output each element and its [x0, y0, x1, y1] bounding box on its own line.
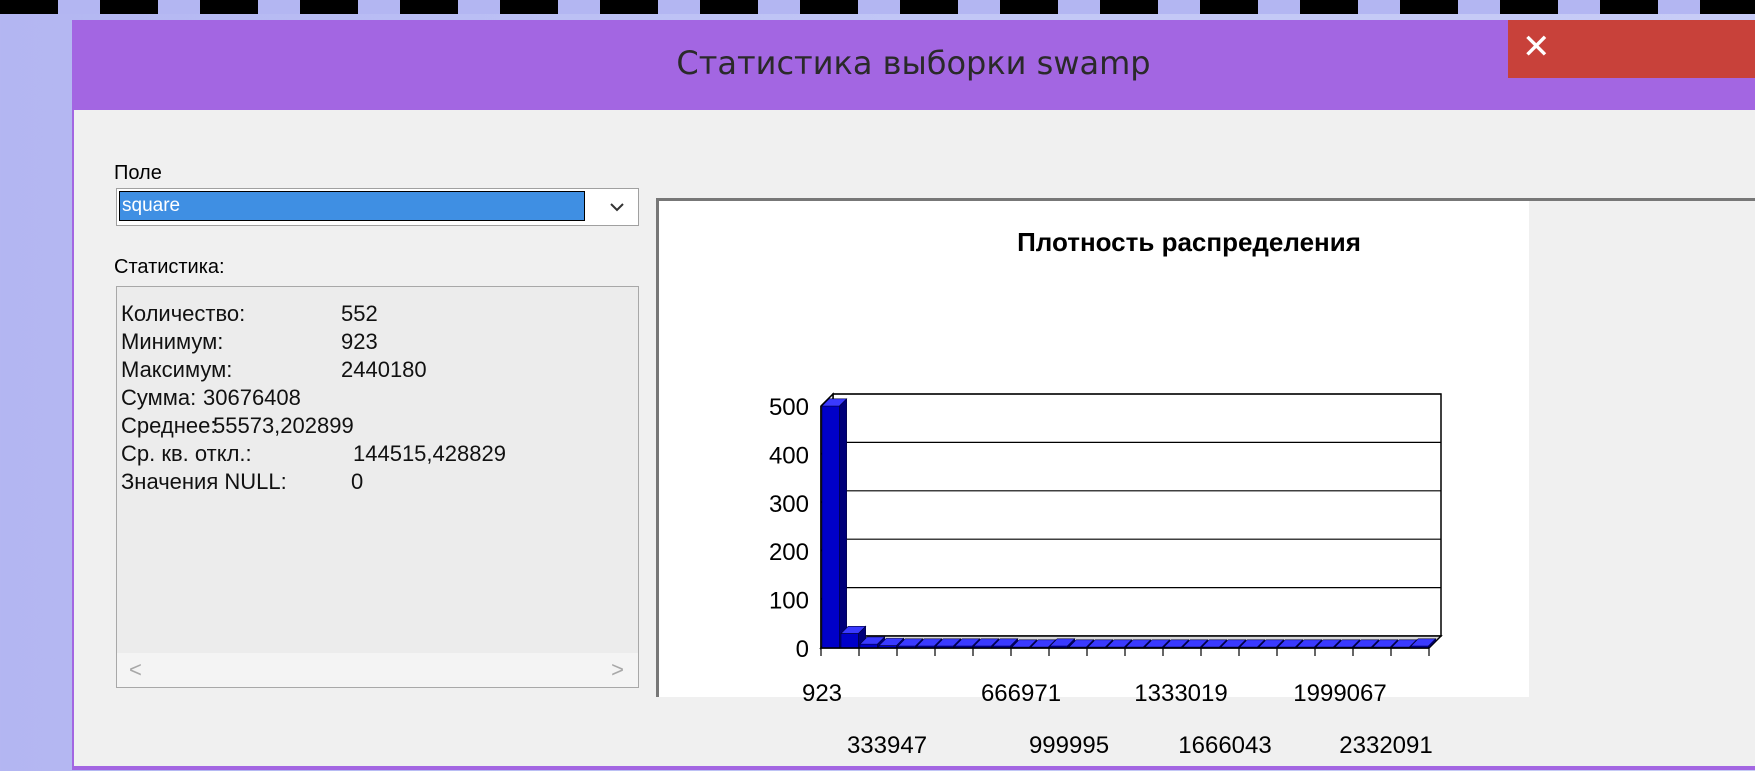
title-bar[interactable]: Статистика выборки swamp ✕ — [72, 20, 1755, 110]
statistics-text-box[interactable]: Количество: 552 Минимум: 923 Максимум: 2… — [116, 286, 639, 688]
stat-value: 30676408 — [203, 385, 301, 410]
stat-name: Минимум: — [121, 329, 224, 354]
stat-name: Сумма: — [121, 385, 197, 410]
x-tick-label: 2332091 — [1339, 732, 1432, 759]
plot-back-wall — [832, 393, 1442, 637]
stat-value: 0 — [351, 469, 364, 494]
histogram-chart: 0 100 200 300 400 500 923 666971 1333019 1999067 3… — [769, 392, 1443, 759]
horizontal-scrollbar[interactable]: < > — [117, 653, 638, 687]
statistics-label: Статистика: — [114, 256, 225, 278]
window-title: Статистика выборки swamp — [676, 44, 1151, 82]
dialog-body: Поле square Статистика: Количество: 552 … — [74, 110, 1755, 766]
stat-name: Количество: — [121, 301, 246, 326]
x-tick-label: 923 — [802, 680, 842, 707]
stat-value: 923 — [341, 329, 378, 354]
histogram-bar-side — [839, 398, 847, 649]
y-tick-label: 300 — [769, 491, 809, 518]
stat-name: Значения NULL: — [121, 469, 287, 494]
stat-name: Ср. кв. откл.: — [121, 441, 252, 466]
stat-value: 144515,428829 — [353, 441, 506, 466]
x-tick-label: 333947 — [847, 732, 927, 759]
chevron-left-icon[interactable]: < — [129, 657, 142, 683]
close-icon: ✕ — [1522, 27, 1551, 67]
chevron-right-icon[interactable]: > — [611, 657, 624, 683]
stat-value: 55573,202899 — [213, 413, 354, 438]
y-tick-label: 200 — [769, 539, 809, 566]
stat-value: 552 — [341, 301, 378, 326]
y-tick-label: 500 — [769, 394, 809, 421]
field-select[interactable]: square — [116, 188, 639, 226]
stat-name: Максимум: — [121, 357, 233, 382]
chart-panel-margin — [1529, 201, 1755, 697]
y-tick-label: 0 — [796, 636, 809, 663]
field-label: Поле — [114, 162, 162, 184]
histogram-bar — [821, 405, 840, 649]
y-tick-label: 400 — [769, 442, 809, 469]
stat-value: 2440180 — [341, 357, 427, 382]
stat-name: Среднее: — [121, 413, 217, 438]
x-tick-label: 1666043 — [1178, 732, 1271, 759]
histogram-bar — [840, 633, 859, 649]
chevron-down-icon[interactable] — [602, 193, 632, 221]
field-select-value: square — [119, 191, 585, 221]
x-tick-label: 1999067 — [1293, 680, 1386, 707]
slide-heading-strip — [0, 0, 1755, 14]
statistics-window: Статистика выборки swamp ✕ Поле square С… — [72, 20, 1755, 770]
chart-panel: Плотность распределения 0 100 200 300 400 500… — [656, 198, 1755, 759]
y-tick-label: 100 — [769, 588, 809, 615]
x-tick-label: 999995 — [1029, 732, 1109, 759]
close-button[interactable]: ✕ — [1508, 20, 1755, 78]
x-tick-label: 666971 — [981, 680, 1061, 707]
x-tick-label: 1333019 — [1134, 680, 1227, 707]
